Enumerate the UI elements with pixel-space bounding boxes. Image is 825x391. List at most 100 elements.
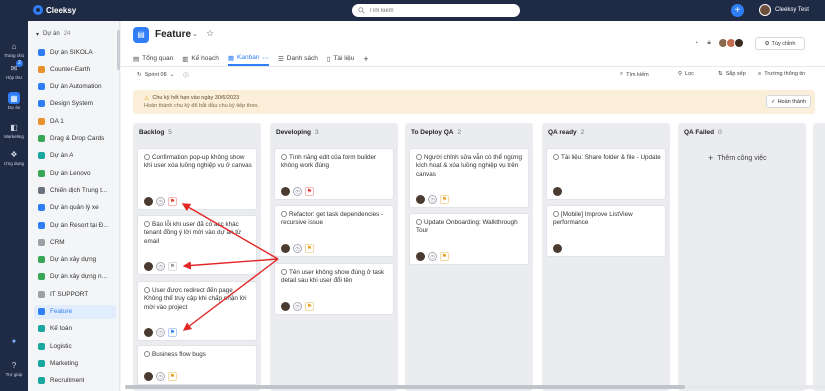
task-status-icon[interactable] [553,154,559,160]
fields-button[interactable]: ≡ Trường thông tin [758,71,805,77]
assignee-avatar[interactable] [416,195,425,204]
create-button[interactable]: + [731,4,744,17]
complete-sprint-button[interactable]: ✓ Hoàn thành [766,95,811,108]
assignee-avatar[interactable] [416,252,425,261]
task-card[interactable]: Tính năng edit của form builder không wo… [274,148,394,200]
assignee-avatar[interactable] [553,187,562,196]
scrollbar-thumb[interactable] [125,385,685,389]
rail-inbox[interactable]: ✉ 2 Hộp thư [0,60,28,80]
sidebar-project-item[interactable]: Dự án A [34,149,116,163]
lock-icon[interactable]: 🔒︎ [707,39,711,47]
due-date-icon[interactable]: ◷ [293,244,302,253]
sidebar-project-item[interactable]: Feature [34,304,116,319]
task-card[interactable]: User được redirect đến page Không thể tr… [137,281,257,341]
priority-flag-icon[interactable]: ⚑ [305,302,314,311]
rail-marketing[interactable]: ◧ Marketing [0,121,28,140]
projects-section-header[interactable]: ▾ Dự án 24 [36,31,70,38]
task-card[interactable]: Tên user không show đúng ở task detail s… [274,263,394,315]
member-avatars[interactable] [717,38,744,48]
task-card[interactable]: Update Onboarding: Walkthrough Tour ◷ ⚑ [409,213,529,265]
favorite-star-icon[interactable]: ☆ [206,28,214,39]
due-date-icon[interactable]: ◷ [156,197,165,206]
sidebar-project-item[interactable]: Dự án Automation [34,80,116,94]
priority-flag-icon[interactable]: ⚑ [168,372,177,381]
column-header[interactable]: QA Failed 0 [684,129,722,136]
due-date-icon[interactable]: ◷ [156,372,165,381]
task-status-icon[interactable] [553,211,559,217]
tab-overview[interactable]: ▤ Tổng quan [133,51,173,66]
task-card[interactable]: Người chỉnh sửa vẫn có thể ngừng kích ho… [409,148,529,208]
customize-button[interactable]: ⚙ Tùy chỉnh [755,37,805,50]
task-card[interactable]: Refactor: get task dependencies - recurs… [274,205,394,257]
task-card[interactable]: [Mobile] Improve ListView performance [546,205,666,257]
assignee-avatar[interactable] [144,197,153,206]
rail-help[interactable]: ? Trợ giúp [0,359,28,378]
sidebar-project-item[interactable]: Dự án Resort tại Đ... [34,218,116,232]
assignee-avatar[interactable] [281,187,290,196]
due-date-icon[interactable]: ◷ [156,328,165,337]
sidebar-project-item[interactable]: CRM [34,235,116,249]
priority-flag-icon[interactable]: ⚑ [305,244,314,253]
sidebar-project-item[interactable]: DA 1 [34,114,116,128]
assignee-avatar[interactable] [144,372,153,381]
sidebar-project-item[interactable]: Dự án SIKOLA [34,45,116,59]
rail-projects[interactable]: ▦ Dự án [0,92,28,110]
priority-flag-icon[interactable]: ⚑ [440,195,449,204]
sidebar-project-item[interactable]: Dự án xây dựng nh... [34,270,116,284]
due-date-icon[interactable]: ◷ [156,262,165,271]
info-icon[interactable]: ⓘ [183,71,189,79]
sidebar-project-item[interactable]: Marketing [34,356,116,370]
task-card[interactable]: Business flow bugs ◷ ⚑ [137,345,257,385]
assignee-avatar[interactable] [281,244,290,253]
task-status-icon[interactable] [144,351,150,357]
sidebar-project-item[interactable]: Dự án Lenovo [34,166,116,180]
column-header[interactable]: Backlog 5 [139,129,172,136]
priority-flag-icon[interactable]: ⚑ [168,197,177,206]
assignee-avatar[interactable] [144,262,153,271]
tab-docs[interactable]: ▯ Tài liệu [327,51,355,66]
task-status-icon[interactable] [281,154,287,160]
task-card[interactable]: Tài liệu: Share folder & file - Update [546,148,666,200]
rail-apps[interactable]: ❖ Ứng dụng [0,148,28,167]
column-header[interactable]: QA ready 2 [548,129,584,136]
tab-kanban[interactable]: ▦ Kanban ⋯ [227,51,269,66]
clock-icon[interactable]: ◔ [694,40,698,47]
task-status-icon[interactable] [281,211,287,217]
due-date-icon[interactable]: ◷ [293,187,302,196]
priority-flag-icon[interactable]: ⚑ [168,328,177,337]
priority-flag-icon[interactable]: ⚑ [168,262,177,271]
rail-ai[interactable]: ✦ [0,335,28,348]
app-logo[interactable]: Cleeksy [33,5,76,15]
sidebar-project-item[interactable]: Chiến dịch Trung t... [34,183,116,197]
task-status-icon[interactable] [281,269,287,275]
task-card[interactable]: Confirmation pop-up không show khi user … [137,148,257,210]
task-status-icon[interactable] [416,219,422,225]
more-icon[interactable]: ⋯ [262,54,269,62]
column-header[interactable]: To Deploy QA 2 [411,129,461,136]
due-date-icon[interactable]: ◷ [428,252,437,261]
sidebar-scrollbar[interactable] [117,30,120,70]
assignee-avatar[interactable] [281,302,290,311]
column-header[interactable]: Developing 3 [276,129,319,136]
task-card[interactable]: Báo lỗi khi user đã có acc khác tenant đ… [137,215,257,275]
task-status-icon[interactable] [144,221,150,227]
sidebar-project-item[interactable]: Logistic [34,339,116,353]
sidebar-project-item[interactable]: IT SUPPORT [34,287,116,301]
priority-flag-icon[interactable]: ⚑ [440,252,449,261]
sidebar-project-item[interactable]: Dự án quản lý xe [34,201,116,215]
title-chevron-down-icon[interactable]: ⌄ [192,30,198,38]
sidebar-project-item[interactable]: Kế toán [34,322,116,336]
filter-button[interactable]: ⚲ Lọc [678,71,694,77]
task-status-icon[interactable] [416,154,422,160]
sprint-selector[interactable]: ↻ Sprint 08 ⌄ ⓘ [137,71,189,79]
board-search-button[interactable]: ⌕ Tìm kiếm [620,71,649,78]
sort-button[interactable]: ⇅ Sắp xếp [718,71,746,77]
global-search[interactable] [352,4,520,17]
assignee-avatar[interactable] [144,328,153,337]
priority-flag-icon[interactable]: ⚑ [305,187,314,196]
user-menu[interactable]: Cleeksy Test [759,4,809,16]
add-tab-button[interactable]: + [363,51,368,66]
sidebar-project-item[interactable]: Recruitment [34,374,116,388]
sidebar-project-item[interactable]: Design System [34,97,116,111]
add-task-button[interactable]: + Thêm công việc [708,153,767,163]
